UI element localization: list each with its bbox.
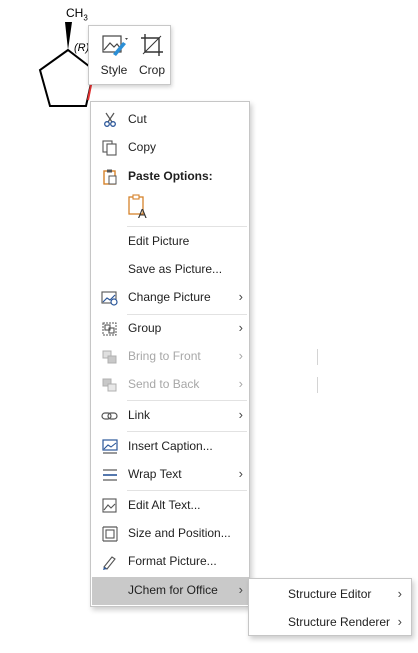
submenu-item-structure-renderer[interactable]: Structure Renderer ›: [250, 608, 410, 636]
menu-separator: [127, 431, 247, 432]
jchem-submenu: Structure Editor › Structure Renderer ›: [248, 578, 412, 636]
menu-item-label: Group: [128, 321, 162, 335]
menu-item-label: Wrap Text: [128, 467, 182, 481]
menu-item-bring-to-front[interactable]: Bring to Front ›: [92, 343, 249, 371]
menu-separator: [127, 226, 247, 227]
menu-item-label: Bring to Front: [128, 349, 201, 363]
copy-icon: [102, 140, 117, 156]
chevron-right-icon: ›: [238, 466, 243, 481]
menu-item-label: Cut: [128, 112, 147, 126]
menu-item-label: Save as Picture...: [128, 262, 223, 276]
menu-separator: [127, 490, 247, 491]
chevron-right-icon: ›: [238, 320, 243, 335]
context-menu: Cut Copy Paste Options: A Edit Picture S…: [90, 101, 318, 607]
menu-item-jchem-for-office[interactable]: JChem for Office ›: [92, 577, 249, 605]
menu-item-edit-alt-text[interactable]: Edit Alt Text...: [92, 492, 249, 520]
style-button[interactable]: Style: [95, 32, 133, 82]
style-label: Style: [100, 63, 128, 77]
wrap-text-icon: [103, 469, 117, 481]
submenu-item-structure-editor[interactable]: Structure Editor ›: [250, 580, 410, 608]
paste-keep-text-only-button[interactable]: A: [126, 194, 150, 221]
insert-caption-icon: [102, 439, 118, 454]
split-divider: [317, 349, 318, 365]
menu-item-label: Edit Alt Text...: [128, 498, 201, 512]
chevron-right-icon: ›: [238, 407, 243, 422]
menu-item-label: Send to Back: [128, 377, 200, 391]
submenu-item-label: Structure Editor: [288, 587, 372, 601]
picture-style-icon: [102, 35, 128, 56]
menu-item-label: JChem for Office: [128, 583, 218, 597]
clipboard-icon: [103, 169, 117, 185]
change-picture-icon: [101, 291, 118, 306]
menu-separator: [127, 400, 247, 401]
menu-item-insert-caption[interactable]: Insert Caption...: [92, 433, 249, 461]
scissors-icon: [104, 112, 116, 127]
alt-text-icon: [102, 498, 117, 513]
send-to-back-icon: [102, 378, 117, 392]
menu-item-label: Link: [128, 408, 151, 422]
chevron-right-icon: ›: [397, 614, 402, 629]
methyl-label: CH3: [66, 6, 88, 23]
split-divider: [317, 377, 318, 393]
chevron-right-icon: ›: [238, 376, 243, 391]
menu-item-size-and-position[interactable]: Size and Position...: [92, 520, 249, 548]
format-picture-icon: [103, 556, 116, 570]
menu-item-copy[interactable]: Copy: [92, 134, 249, 162]
svg-text:A: A: [138, 206, 147, 220]
size-position-icon: [102, 526, 118, 542]
menu-item-paste-options: Paste Options:: [92, 163, 249, 191]
chevron-right-icon: ›: [238, 582, 243, 597]
menu-item-cut[interactable]: Cut: [92, 106, 249, 134]
menu-item-save-as-picture[interactable]: Save as Picture...: [92, 256, 249, 284]
menu-item-label: Format Picture...: [128, 554, 217, 568]
chevron-right-icon: ›: [238, 289, 243, 304]
chevron-right-icon: ›: [238, 348, 243, 363]
menu-item-label: Insert Caption...: [128, 439, 213, 453]
menu-item-change-picture[interactable]: Change Picture ›: [92, 284, 249, 312]
group-icon: [102, 322, 117, 336]
menu-item-edit-picture[interactable]: Edit Picture: [92, 228, 249, 256]
menu-item-label: Paste Options:: [128, 169, 213, 183]
menu-item-label: Edit Picture: [128, 234, 190, 248]
menu-item-label: Size and Position...: [128, 526, 231, 540]
crop-button[interactable]: Crop: [133, 32, 171, 82]
stereo-label: (R): [74, 42, 90, 54]
mini-toolbar: Style Crop: [88, 25, 171, 85]
crop-icon: [141, 34, 163, 56]
crop-label: Crop: [138, 63, 165, 77]
chevron-right-icon: ›: [397, 586, 402, 601]
link-icon: [101, 412, 118, 420]
menu-item-send-to-back[interactable]: Send to Back ›: [92, 371, 249, 399]
submenu-item-label: Structure Renderer: [288, 615, 391, 629]
menu-item-link[interactable]: Link ›: [92, 402, 249, 430]
menu-item-label: Change Picture: [128, 290, 211, 304]
menu-item-format-picture[interactable]: Format Picture...: [92, 548, 249, 576]
paste-text-only-icon: A: [128, 194, 147, 221]
menu-item-group[interactable]: Group ›: [92, 315, 249, 343]
bring-to-front-icon: [102, 350, 117, 364]
menu-item-label: Copy: [128, 140, 157, 154]
menu-item-wrap-text[interactable]: Wrap Text ›: [92, 461, 249, 489]
